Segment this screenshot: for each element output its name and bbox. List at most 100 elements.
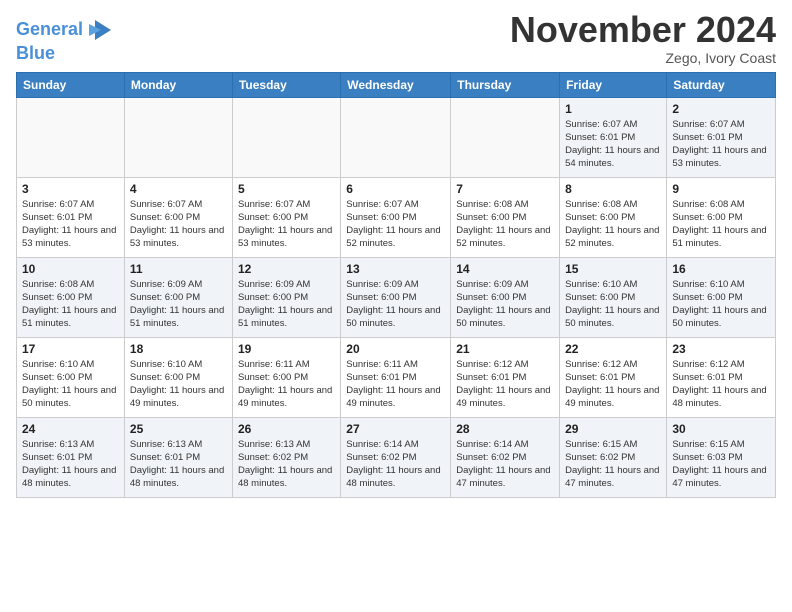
day-info: Sunrise: 6:08 AM Sunset: 6:00 PM Dayligh… — [22, 278, 119, 331]
header: General Blue November 2024 Zego, Ivory C… — [16, 10, 776, 66]
weekday-monday: Monday — [124, 72, 232, 97]
calendar-cell: 16 Sunrise: 6:10 AM Sunset: 6:00 PM Dayli… — [667, 257, 776, 337]
calendar-cell — [341, 97, 451, 177]
day-info: Sunrise: 6:14 AM Sunset: 6:02 PM Dayligh… — [346, 438, 445, 491]
calendar-cell: 3 Sunrise: 6:07 AM Sunset: 6:01 PM Daylig… — [17, 177, 125, 257]
day-info: Sunrise: 6:07 AM Sunset: 6:01 PM Dayligh… — [565, 118, 661, 171]
day-number: 3 — [22, 182, 119, 196]
calendar-cell: 5 Sunrise: 6:07 AM Sunset: 6:00 PM Daylig… — [232, 177, 340, 257]
calendar-table: SundayMondayTuesdayWednesdayThursdayFrid… — [16, 72, 776, 498]
calendar-cell: 6 Sunrise: 6:07 AM Sunset: 6:00 PM Daylig… — [341, 177, 451, 257]
weekday-saturday: Saturday — [667, 72, 776, 97]
calendar-cell: 28Sunrise: 6:14 AM Sunset: 6:02 PM Dayli… — [451, 417, 560, 497]
month-title: November 2024 — [510, 10, 776, 50]
week-row-2: 10 Sunrise: 6:08 AM Sunset: 6:00 PM Dayli… — [17, 257, 776, 337]
weekday-friday: Friday — [560, 72, 667, 97]
calendar-cell: 4Sunrise: 6:07 AM Sunset: 6:00 PM Daylig… — [124, 177, 232, 257]
calendar-cell: 12Sunrise: 6:09 AM Sunset: 6:00 PM Dayli… — [232, 257, 340, 337]
day-number: 13 — [346, 262, 445, 276]
day-info: Sunrise: 6:12 AM Sunset: 6:01 PM Dayligh… — [672, 358, 770, 411]
day-info: Sunrise: 6:09 AM Sunset: 6:00 PM Dayligh… — [130, 278, 227, 331]
day-info: Sunrise: 6:11 AM Sunset: 6:00 PM Dayligh… — [238, 358, 335, 411]
day-info: Sunrise: 6:15 AM Sunset: 6:03 PM Dayligh… — [672, 438, 770, 491]
day-number: 20 — [346, 342, 445, 356]
calendar-cell: 11 Sunrise: 6:09 AM Sunset: 6:00 PM Dayli… — [124, 257, 232, 337]
day-info: Sunrise: 6:09 AM Sunset: 6:00 PM Dayligh… — [346, 278, 445, 331]
calendar-cell: 26Sunrise: 6:13 AM Sunset: 6:02 PM Dayli… — [232, 417, 340, 497]
day-number: 29 — [565, 422, 661, 436]
weekday-wednesday: Wednesday — [341, 72, 451, 97]
calendar-cell: 14 Sunrise: 6:09 AM Sunset: 6:00 PM Dayli… — [451, 257, 560, 337]
day-number: 19 — [238, 342, 335, 356]
day-info: Sunrise: 6:15 AM Sunset: 6:02 PM Dayligh… — [565, 438, 661, 491]
week-row-4: 24 Sunrise: 6:13 AM Sunset: 6:01 PM Dayli… — [17, 417, 776, 497]
day-info: Sunrise: 6:13 AM Sunset: 6:01 PM Dayligh… — [130, 438, 227, 491]
day-number: 16 — [672, 262, 770, 276]
day-info: Sunrise: 6:08 AM Sunset: 6:00 PM Dayligh… — [565, 198, 661, 251]
day-info: Sunrise: 6:08 AM Sunset: 6:00 PM Dayligh… — [672, 198, 770, 251]
weekday-tuesday: Tuesday — [232, 72, 340, 97]
day-number: 15 — [565, 262, 661, 276]
day-number: 24 — [22, 422, 119, 436]
calendar-cell: 22 Sunrise: 6:12 AM Sunset: 6:01 PM Dayli… — [560, 337, 667, 417]
calendar-cell: 21 Sunrise: 6:12 AM Sunset: 6:01 PM Dayli… — [451, 337, 560, 417]
logo-text: General — [16, 20, 83, 40]
day-number: 18 — [130, 342, 227, 356]
day-number: 5 — [238, 182, 335, 196]
day-info: Sunrise: 6:10 AM Sunset: 6:00 PM Dayligh… — [565, 278, 661, 331]
location: Zego, Ivory Coast — [510, 50, 776, 66]
day-number: 1 — [565, 102, 661, 116]
day-number: 6 — [346, 182, 445, 196]
day-info: Sunrise: 6:07 AM Sunset: 6:00 PM Dayligh… — [130, 198, 227, 251]
day-number: 10 — [22, 262, 119, 276]
week-row-1: 3 Sunrise: 6:07 AM Sunset: 6:01 PM Daylig… — [17, 177, 776, 257]
weekday-thursday: Thursday — [451, 72, 560, 97]
day-number: 27 — [346, 422, 445, 436]
calendar-cell — [451, 97, 560, 177]
day-info: Sunrise: 6:08 AM Sunset: 6:00 PM Dayligh… — [456, 198, 554, 251]
day-number: 28 — [456, 422, 554, 436]
calendar-cell: 30Sunrise: 6:15 AM Sunset: 6:03 PM Dayli… — [667, 417, 776, 497]
day-number: 25 — [130, 422, 227, 436]
calendar-cell: 8 Sunrise: 6:08 AM Sunset: 6:00 PM Daylig… — [560, 177, 667, 257]
calendar-cell: 23Sunrise: 6:12 AM Sunset: 6:01 PM Dayli… — [667, 337, 776, 417]
day-info: Sunrise: 6:12 AM Sunset: 6:01 PM Dayligh… — [565, 358, 661, 411]
calendar-cell: 24 Sunrise: 6:13 AM Sunset: 6:01 PM Dayli… — [17, 417, 125, 497]
calendar-cell: 9 Sunrise: 6:08 AM Sunset: 6:00 PM Daylig… — [667, 177, 776, 257]
calendar-cell: 2Sunrise: 6:07 AM Sunset: 6:01 PM Daylig… — [667, 97, 776, 177]
day-number: 9 — [672, 182, 770, 196]
day-info: Sunrise: 6:11 AM Sunset: 6:01 PM Dayligh… — [346, 358, 445, 411]
calendar-cell: 7 Sunrise: 6:08 AM Sunset: 6:00 PM Daylig… — [451, 177, 560, 257]
day-info: Sunrise: 6:13 AM Sunset: 6:01 PM Dayligh… — [22, 438, 119, 491]
day-number: 11 — [130, 262, 227, 276]
calendar-cell: 20 Sunrise: 6:11 AM Sunset: 6:01 PM Dayli… — [341, 337, 451, 417]
calendar-cell — [124, 97, 232, 177]
day-info: Sunrise: 6:10 AM Sunset: 6:00 PM Dayligh… — [22, 358, 119, 411]
calendar-cell — [17, 97, 125, 177]
weekday-header-row: SundayMondayTuesdayWednesdayThursdayFrid… — [17, 72, 776, 97]
day-info: Sunrise: 6:07 AM Sunset: 6:00 PM Dayligh… — [346, 198, 445, 251]
day-number: 21 — [456, 342, 554, 356]
logo: General Blue — [16, 16, 113, 64]
title-block: November 2024 Zego, Ivory Coast — [510, 10, 776, 66]
day-number: 26 — [238, 422, 335, 436]
day-info: Sunrise: 6:10 AM Sunset: 6:00 PM Dayligh… — [672, 278, 770, 331]
day-number: 22 — [565, 342, 661, 356]
day-info: Sunrise: 6:07 AM Sunset: 6:00 PM Dayligh… — [238, 198, 335, 251]
day-number: 8 — [565, 182, 661, 196]
day-info: Sunrise: 6:07 AM Sunset: 6:01 PM Dayligh… — [672, 118, 770, 171]
week-row-3: 17 Sunrise: 6:10 AM Sunset: 6:00 PM Dayli… — [17, 337, 776, 417]
day-number: 7 — [456, 182, 554, 196]
day-number: 14 — [456, 262, 554, 276]
day-info: Sunrise: 6:09 AM Sunset: 6:00 PM Dayligh… — [456, 278, 554, 331]
calendar-cell: 15 Sunrise: 6:10 AM Sunset: 6:00 PM Dayli… — [560, 257, 667, 337]
calendar-cell: 10 Sunrise: 6:08 AM Sunset: 6:00 PM Dayli… — [17, 257, 125, 337]
day-info: Sunrise: 6:12 AM Sunset: 6:01 PM Dayligh… — [456, 358, 554, 411]
logo-text-2: Blue — [16, 44, 113, 64]
day-number: 17 — [22, 342, 119, 356]
day-info: Sunrise: 6:07 AM Sunset: 6:01 PM Dayligh… — [22, 198, 119, 251]
calendar-cell: 29 Sunrise: 6:15 AM Sunset: 6:02 PM Dayli… — [560, 417, 667, 497]
calendar-cell: 13 Sunrise: 6:09 AM Sunset: 6:00 PM Dayli… — [341, 257, 451, 337]
day-info: Sunrise: 6:09 AM Sunset: 6:00 PM Dayligh… — [238, 278, 335, 331]
weekday-sunday: Sunday — [17, 72, 125, 97]
